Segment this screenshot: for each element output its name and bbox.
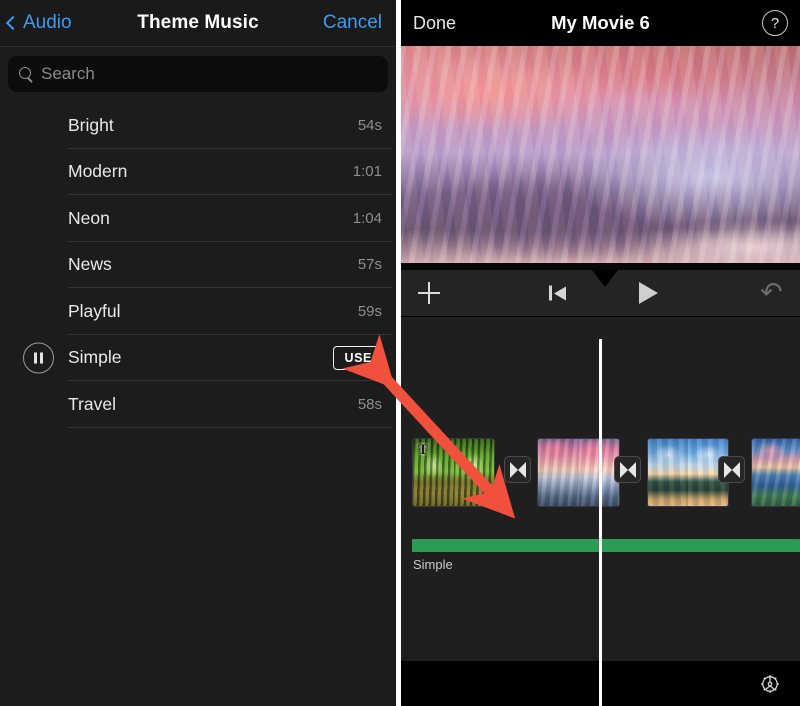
- table-row[interactable]: [751, 438, 800, 507]
- list-item[interactable]: Travel 58s: [0, 381, 396, 428]
- pause-bar-right: [40, 352, 43, 364]
- cross-dissolve-icon-left: [619, 461, 628, 478]
- skip-back-triangle: [554, 286, 566, 300]
- track-name: Bright: [68, 114, 114, 135]
- cross-dissolve-icon-left: [723, 461, 732, 478]
- list-item[interactable]: Playful 59s: [0, 288, 396, 335]
- track-name: Travel: [68, 393, 116, 414]
- transition-2[interactable]: [614, 456, 641, 483]
- search-bar-container: Search: [0, 47, 396, 102]
- cross-dissolve-icon-left: [509, 461, 518, 478]
- left-nav-bar: Audio Theme Music Cancel: [0, 0, 396, 47]
- play-icon[interactable]: [639, 282, 658, 304]
- editor-nav-bar: Done My Movie 6 ?: [401, 0, 800, 46]
- clip-thumb-right: [792, 439, 800, 506]
- theme-music-list: Bright 54s Modern 1:01 Neon 1:04 News 57…: [0, 102, 396, 428]
- track-name: Neon: [68, 207, 110, 228]
- table-row[interactable]: [647, 438, 729, 507]
- movie-title: My Movie 6: [551, 12, 650, 33]
- playhead-marker-icon: [592, 270, 618, 287]
- cancel-button[interactable]: Cancel: [323, 12, 382, 34]
- clip-thumb-left: [648, 439, 688, 506]
- help-circle-icon[interactable]: ?: [762, 10, 788, 36]
- track-name: Modern: [68, 161, 128, 182]
- use-button[interactable]: USE: [333, 345, 382, 370]
- transition-3[interactable]: [718, 456, 745, 483]
- audio-track-label: Simple: [413, 557, 453, 572]
- transition-1[interactable]: [504, 456, 531, 483]
- list-item[interactable]: News 57s: [0, 242, 396, 289]
- list-item-simple[interactable]: Simple USE: [0, 335, 396, 382]
- cross-dissolve-icon-right: [731, 461, 740, 478]
- timeline[interactable]: T Simple: [401, 317, 800, 706]
- clip-thumb-left: [752, 439, 793, 506]
- track-duration: 1:01: [352, 163, 382, 181]
- skip-back-icon[interactable]: [549, 285, 566, 301]
- editor-toolbar: ↶: [401, 270, 800, 317]
- list-item[interactable]: Neon 1:04: [0, 195, 396, 242]
- cross-dissolve-icon-right: [627, 461, 636, 478]
- list-item[interactable]: Bright 54s: [0, 102, 396, 149]
- playhead-line: [599, 339, 602, 706]
- track-name: Simple: [68, 347, 122, 368]
- track-name: Playful: [68, 300, 121, 321]
- track-duration: 54s: [357, 116, 382, 134]
- audio-track-bar[interactable]: [412, 539, 800, 552]
- plus-icon[interactable]: [418, 282, 440, 304]
- skip-back-bar: [549, 285, 552, 301]
- pause-bar-left: [34, 352, 37, 364]
- table-row[interactable]: [537, 438, 620, 507]
- search-placeholder: Search: [41, 64, 95, 83]
- track-duration: 58s: [357, 395, 382, 413]
- track-duration: 59s: [357, 302, 382, 320]
- video-preview[interactable]: [401, 46, 800, 270]
- imovie-theme-music-screen: Audio Theme Music Cancel Search Bright 5…: [0, 0, 800, 706]
- search-input[interactable]: Search: [8, 56, 388, 92]
- gear-icon[interactable]: [758, 672, 782, 696]
- theme-music-panel: Audio Theme Music Cancel Search Bright 5…: [0, 0, 396, 706]
- track-name: News: [68, 254, 112, 275]
- table-row[interactable]: T: [412, 438, 495, 507]
- track-duration: 1:04: [352, 209, 382, 227]
- undo-icon[interactable]: ↶: [760, 279, 786, 306]
- pause-circle-icon[interactable]: [23, 342, 54, 374]
- title-badge-icon: T: [418, 442, 429, 458]
- cross-dissolve-icon-right: [517, 461, 526, 478]
- movie-editor-panel: Done My Movie 6 ? ↶ T Simple: [401, 0, 800, 706]
- search-icon: [19, 67, 33, 81]
- track-duration: 57s: [357, 256, 382, 274]
- clip-thumb-right: [453, 439, 494, 506]
- list-item[interactable]: Modern 1:01: [0, 149, 396, 196]
- clip-thumb-left: [538, 439, 579, 506]
